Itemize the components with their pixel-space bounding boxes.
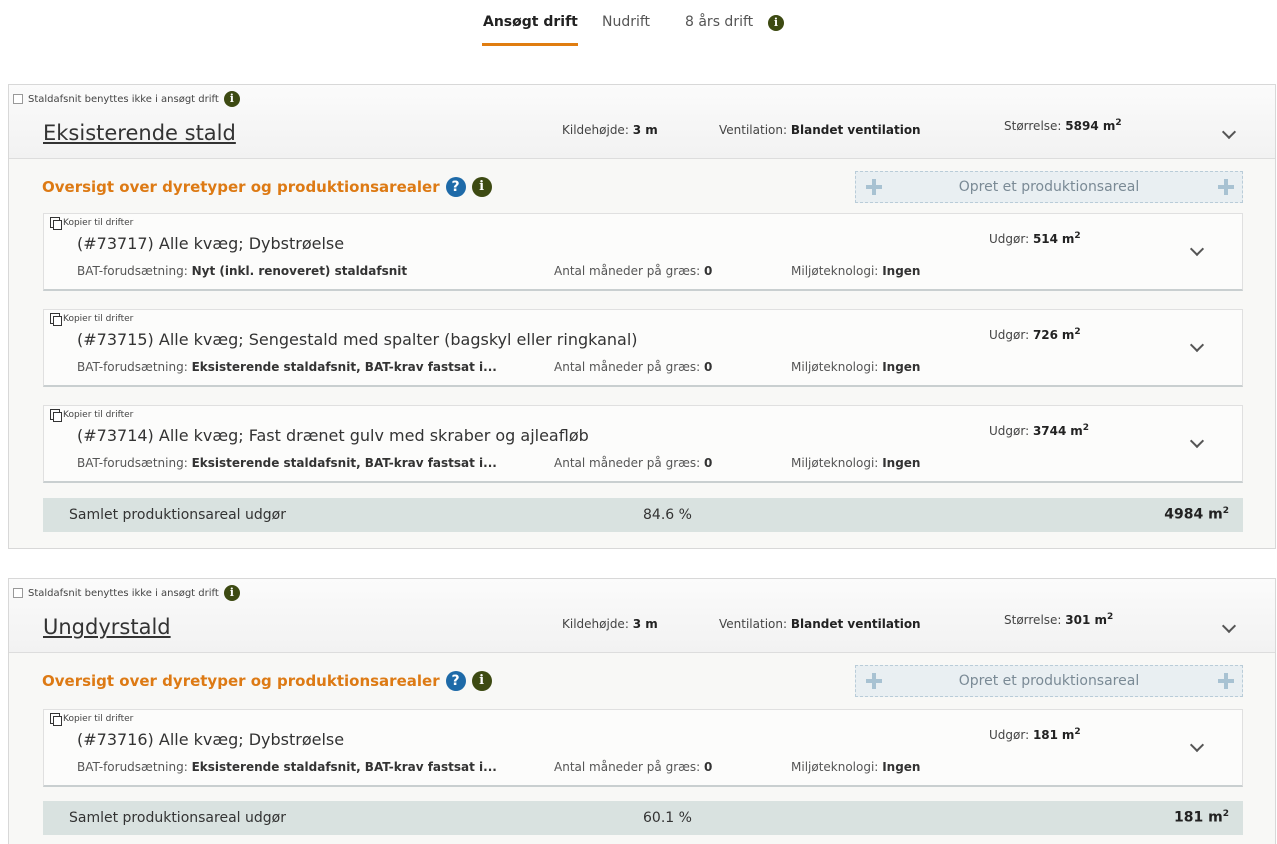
ventilation: Ventilation: Blandet ventilation	[719, 123, 921, 137]
copy-to-drifter-link[interactable]: Kopier til drifter	[50, 313, 133, 326]
copy-icon	[50, 217, 62, 230]
tech: Miljøteknologi: Ingen	[791, 456, 921, 470]
tab-nudrift[interactable]: Nudrift	[602, 14, 650, 30]
months: Antal måneder på græs: 0	[554, 456, 713, 470]
tech: Miljøteknologi: Ingen	[791, 264, 921, 278]
area-title: (#73716) Alle kvæg; Dybstrøelse	[77, 730, 345, 749]
production-area-row[interactable]: Kopier til drifter (#73716) Alle kvæg; D…	[43, 709, 1243, 787]
info-icon[interactable]: i	[223, 585, 240, 601]
tab-8-ars-drift[interactable]: 8 års drift	[685, 14, 753, 30]
months: Antal måneder på græs: 0	[554, 264, 713, 278]
bat: BAT-forudsætning: Nyt (inkl. renoveret) …	[77, 264, 408, 278]
create-production-area-button[interactable]: Opret et produktionsareal	[855, 171, 1243, 203]
active-tab-indicator	[482, 43, 578, 46]
bat: BAT-forudsætning: Eksisterende staldafsn…	[77, 760, 497, 774]
chevron-down-icon[interactable]	[1190, 436, 1204, 450]
chevron-down-icon[interactable]	[1190, 340, 1204, 354]
copy-to-drifter-link[interactable]: Kopier til drifter	[50, 217, 133, 230]
total-sum: 181 m2	[1174, 809, 1229, 826]
info-icon[interactable]: i	[223, 91, 240, 107]
chevron-down-icon[interactable]	[1222, 621, 1236, 635]
chevron-down-icon[interactable]	[1190, 244, 1204, 258]
bat: BAT-forudsætning: Eksisterende staldafsn…	[77, 360, 497, 374]
production-area-row[interactable]: Kopier til drifter (#73715) Alle kvæg; S…	[43, 309, 1243, 387]
chevron-down-icon[interactable]	[1222, 127, 1236, 141]
udgor: Udgør: 181 m2	[989, 727, 1081, 742]
tech: Miljøteknologi: Ingen	[791, 760, 921, 774]
storrelse: Størrelse: 301 m2	[1004, 612, 1114, 627]
bat: BAT-forudsætning: Eksisterende staldafsn…	[77, 456, 497, 470]
stable-header[interactable]: Staldafsnit benyttes ikke i ansøgt drift…	[9, 579, 1275, 653]
months: Antal måneder på græs: 0	[554, 760, 713, 774]
udgor: Udgør: 726 m2	[989, 327, 1081, 342]
udgor: Udgør: 514 m2	[989, 231, 1081, 246]
exclude-checkbox-label: Staldafsnit benyttes ikke i ansøgt drift	[28, 587, 219, 599]
drift-tabs: Ansøgt drift Nudrift 8 års drift i	[0, 10, 1277, 60]
create-production-area-button[interactable]: Opret et produktionsareal	[855, 665, 1243, 697]
exclude-checkbox[interactable]	[13, 94, 23, 104]
exclude-checkbox-label: Staldafsnit benyttes ikke i ansøgt drift	[28, 93, 219, 105]
info-icon[interactable]: i	[471, 671, 492, 691]
area-title: (#73717) Alle kvæg; Dybstrøelse	[77, 234, 345, 253]
copy-icon	[50, 313, 62, 326]
total-row: Samlet produktionsareal udgør 60.1 % 181…	[43, 801, 1243, 835]
kildehojde: Kildehøjde: 3 m	[562, 123, 658, 137]
copy-icon	[50, 713, 62, 726]
total-row: Samlet produktionsareal udgør 84.6 % 498…	[43, 498, 1243, 532]
info-icon[interactable]: i	[471, 177, 492, 197]
months: Antal måneder på græs: 0	[554, 360, 713, 374]
production-area-row[interactable]: Kopier til drifter (#73717) Alle kvæg; D…	[43, 213, 1243, 291]
help-icon[interactable]: ?	[445, 177, 466, 197]
tab-ansogt-drift[interactable]: Ansøgt drift	[483, 14, 578, 30]
exclude-checkbox[interactable]	[13, 588, 23, 598]
overview-title: Oversigt over dyretyper og produktionsar…	[42, 177, 492, 197]
overview-bar: Oversigt over dyretyper og produktionsar…	[9, 653, 1275, 697]
plus-icon	[1218, 179, 1234, 195]
total-percent: 60.1 %	[643, 810, 692, 826]
stable-name[interactable]: Eksisterende stald	[43, 121, 236, 145]
total-percent: 84.6 %	[643, 507, 692, 523]
info-icon[interactable]: i	[768, 15, 784, 31]
stable-section: Staldafsnit benyttes ikke i ansøgt drift…	[8, 84, 1276, 549]
total-label: Samlet produktionsareal udgør	[69, 810, 286, 826]
udgor: Udgør: 3744 m2	[989, 423, 1089, 438]
production-area-row[interactable]: Kopier til drifter (#73714) Alle kvæg; F…	[43, 405, 1243, 483]
storrelse: Størrelse: 5894 m2	[1004, 118, 1122, 133]
ventilation: Ventilation: Blandet ventilation	[719, 617, 921, 631]
kildehojde: Kildehøjde: 3 m	[562, 617, 658, 631]
total-label: Samlet produktionsareal udgør	[69, 507, 286, 523]
area-title: (#73715) Alle kvæg; Sengestald med spalt…	[77, 330, 638, 349]
stable-header[interactable]: Staldafsnit benyttes ikke i ansøgt drift…	[9, 85, 1275, 159]
chevron-down-icon[interactable]	[1190, 740, 1204, 754]
total-sum: 4984 m2	[1164, 506, 1229, 523]
copy-to-drifter-link[interactable]: Kopier til drifter	[50, 713, 133, 726]
plus-icon	[1218, 673, 1234, 689]
tech: Miljøteknologi: Ingen	[791, 360, 921, 374]
plus-icon	[866, 179, 882, 195]
stable-name[interactable]: Ungdyrstald	[43, 615, 171, 639]
overview-title: Oversigt over dyretyper og produktionsar…	[42, 671, 492, 691]
copy-to-drifter-link[interactable]: Kopier til drifter	[50, 409, 133, 422]
stable-section: Staldafsnit benyttes ikke i ansøgt drift…	[8, 578, 1276, 844]
help-icon[interactable]: ?	[445, 671, 466, 691]
overview-bar: Oversigt over dyretyper og produktionsar…	[9, 159, 1275, 203]
area-title: (#73714) Alle kvæg; Fast drænet gulv med…	[77, 426, 589, 445]
copy-icon	[50, 409, 62, 422]
plus-icon	[866, 673, 882, 689]
